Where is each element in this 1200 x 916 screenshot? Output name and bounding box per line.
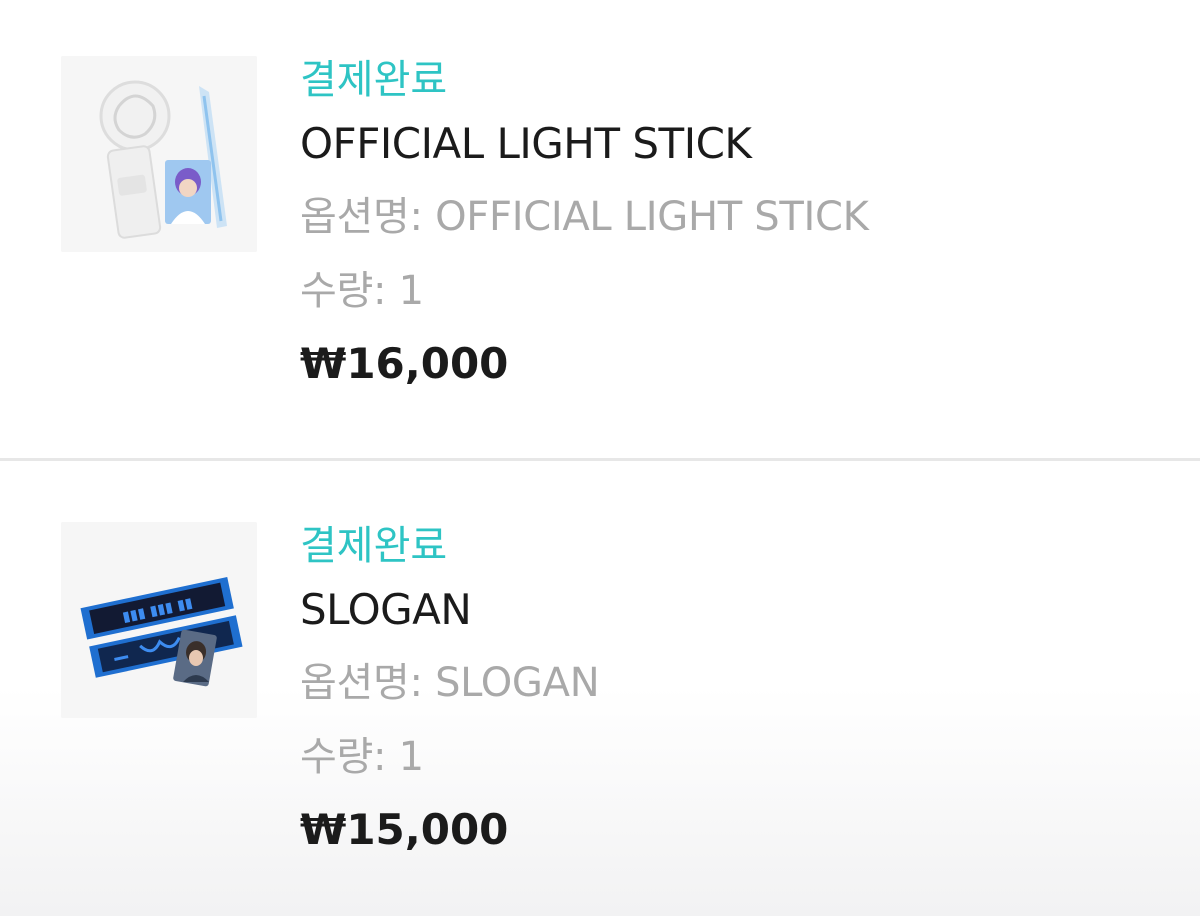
option-label: 옵션명:	[300, 194, 436, 240]
quantity-value: 1	[398, 734, 424, 780]
product-thumbnail-light-stick[interactable]	[61, 56, 257, 252]
product-price: ₩16,000	[300, 339, 509, 388]
option-line: 옵션명: SLOGAN	[300, 646, 1160, 720]
order-info: 결제완료 SLOGAN 옵션명: SLOGAN 수량: 1 ₩15,000	[300, 518, 1160, 866]
option-line: 옵션명: OFFICIAL LIGHT STICK	[300, 180, 1160, 254]
product-price: ₩15,000	[300, 805, 509, 854]
option-value: OFFICIAL LIGHT STICK	[435, 194, 869, 240]
quantity-label: 수량:	[300, 268, 399, 314]
order-item[interactable]: 결제완료 OFFICIAL LIGHT STICK 옵션명: OFFICIAL …	[0, 0, 1200, 400]
quantity-label: 수량:	[300, 734, 399, 780]
order-info: 결제완료 OFFICIAL LIGHT STICK 옵션명: OFFICIAL …	[300, 52, 1160, 400]
order-status: 결제완료	[300, 523, 448, 569]
product-thumbnail-slogan[interactable]: ▮▮▮ ▮▮▮ ▮▮	[61, 522, 257, 718]
option-value: SLOGAN	[435, 660, 600, 706]
light-stick-photo-icon	[61, 56, 257, 252]
divider	[0, 458, 1200, 461]
order-item[interactable]: ▮▮▮ ▮▮▮ ▮▮ 결제완료 SLOGAN 옵션명: SLOGAN 수량: 1	[0, 466, 1200, 866]
quantity-line: 수량: 1	[300, 254, 1160, 328]
order-status: 결제완료	[300, 57, 448, 103]
order-list: 결제완료 OFFICIAL LIGHT STICK 옵션명: OFFICIAL …	[0, 0, 1200, 916]
product-name[interactable]: OFFICIAL LIGHT STICK	[300, 108, 1160, 180]
quantity-value: 1	[398, 268, 424, 314]
slogan-photo-icon: ▮▮▮ ▮▮▮ ▮▮	[61, 522, 257, 718]
product-name[interactable]: SLOGAN	[300, 574, 1160, 646]
option-label: 옵션명:	[300, 660, 436, 706]
quantity-line: 수량: 1	[300, 720, 1160, 794]
